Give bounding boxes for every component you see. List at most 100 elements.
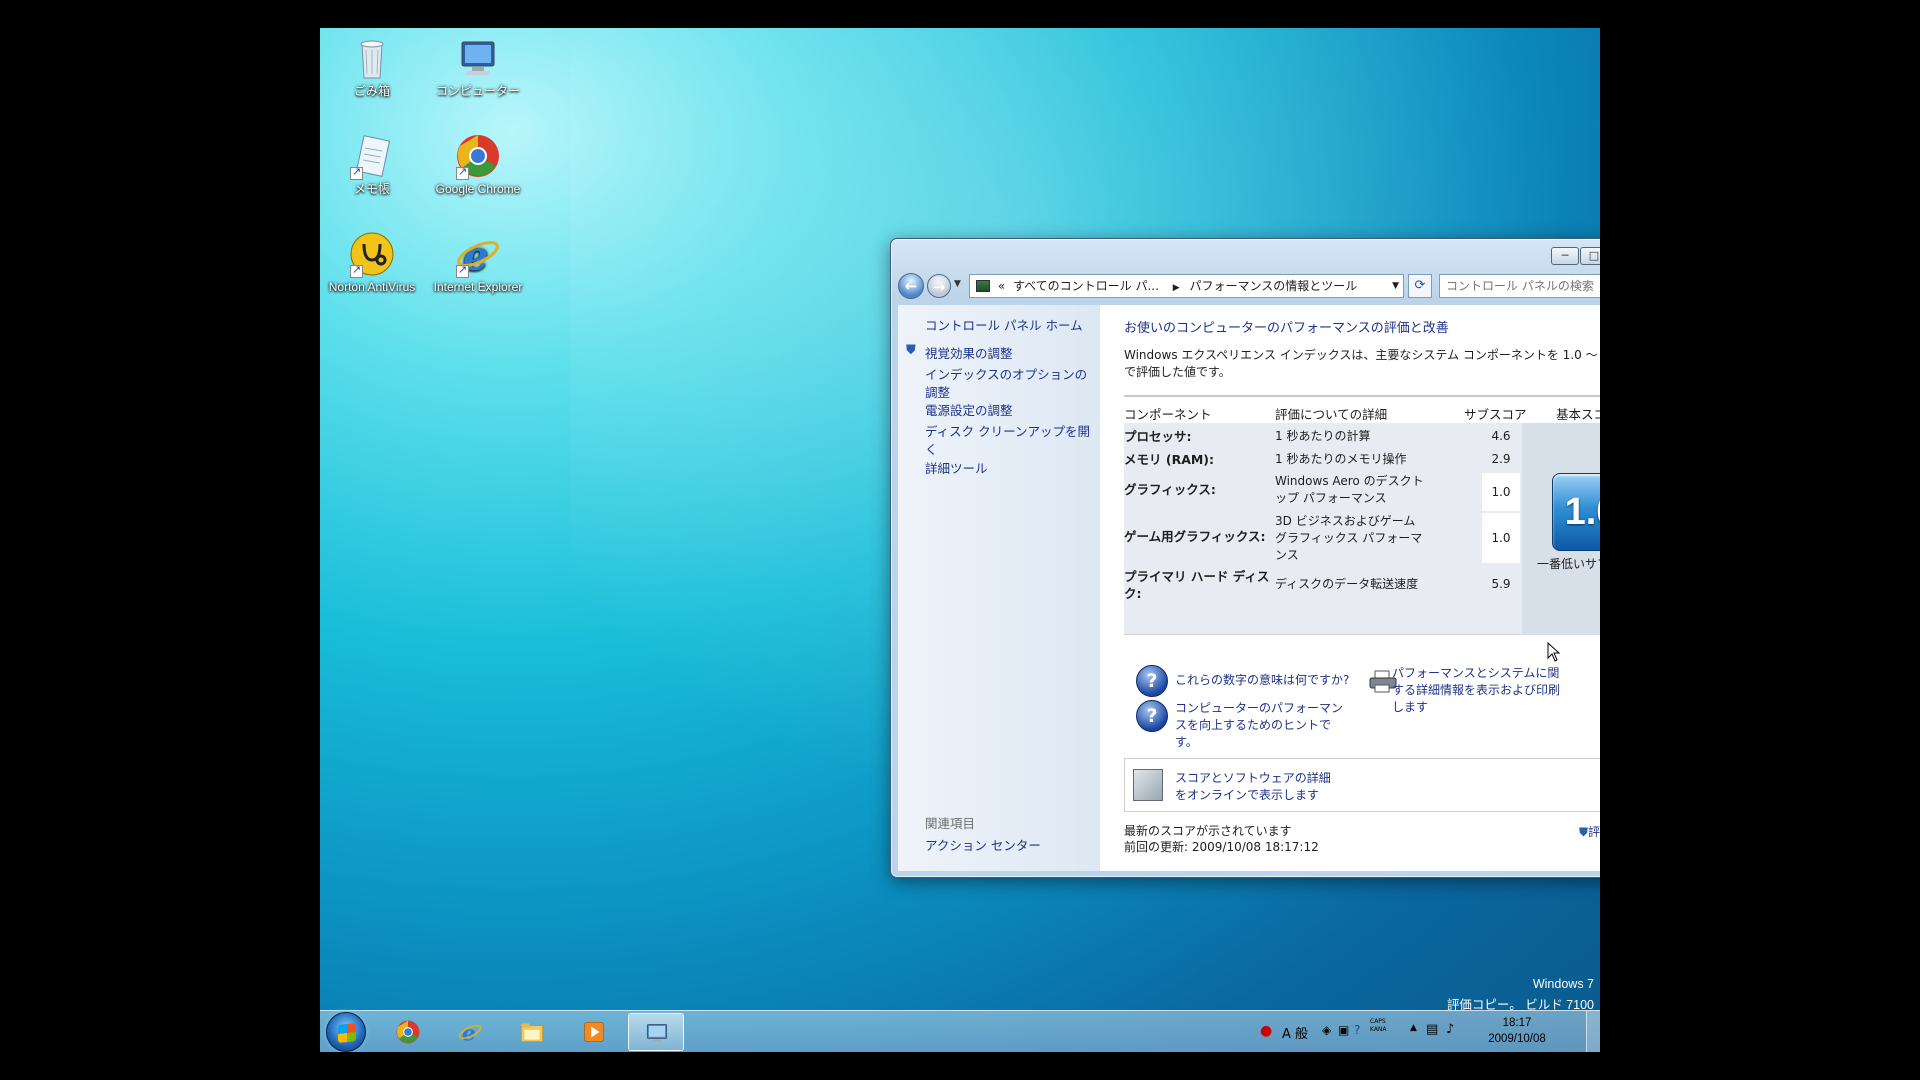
back-button[interactable]: ←	[898, 273, 924, 299]
breadcrumb-all-control-panel[interactable]: すべてのコントロール パ...	[1013, 279, 1159, 293]
print-details-link[interactable]: パフォーマンスとシステムに関する詳細情報を表示および印刷します	[1392, 665, 1564, 716]
shortcut-arrow-icon	[350, 165, 363, 180]
ime-help-icon[interactable]: ?	[1354, 1023, 1360, 1037]
indexing-options-link[interactable]: インデックスのオプションの調整	[925, 366, 1095, 402]
arrow-left-icon: ←	[904, 277, 918, 295]
subscore-value: 4.6	[1491, 429, 1511, 443]
performance-tips-link[interactable]: コンピューターのパフォーマンスを向上するためのヒントです。	[1175, 700, 1345, 751]
advanced-tools-link[interactable]: 詳細ツール	[925, 460, 1095, 478]
desktop: ごみ箱 コンピューター メモ帳 Google Chrome Norton Ant…	[320, 28, 1600, 1052]
power-settings-link[interactable]: 電源設定の調整	[925, 402, 1095, 420]
status-line: 最新のスコアが示されています	[1124, 824, 1292, 838]
desktop-icon-norton[interactable]: Norton AntiVirus	[320, 230, 424, 295]
shield-icon: ⛊	[1578, 825, 1588, 839]
taskbar-chrome[interactable]	[380, 1013, 436, 1051]
desktop-icon-label: メモ帳	[353, 182, 390, 196]
chrome-icon	[454, 132, 502, 180]
kana-label: KANA	[1370, 1026, 1387, 1033]
media-player-icon	[583, 1021, 605, 1043]
control-panel-home-link[interactable]: コントロール パネル ホーム	[925, 317, 1095, 335]
col-header-subscore: サブスコア	[1464, 407, 1527, 422]
network-icon[interactable]: ▤	[1426, 1022, 1438, 1037]
norton-tray-icon[interactable]: ●	[1260, 1023, 1272, 1039]
help-question-icon: ?	[1136, 665, 1168, 697]
address-prefix[interactable]: «	[998, 279, 1005, 293]
base-score-label: 一番低いサブスコア	[1536, 557, 1600, 571]
online-details-box: スコアとソフトウェアの詳細をオンラインで表示します	[1124, 758, 1600, 812]
last-updated: 前回の更新: 2009/10/08 18:17:12	[1124, 840, 1319, 854]
ime-indicator[interactable]: A 般	[1282, 1023, 1308, 1042]
component-name: プロセッサ:	[1124, 429, 1192, 444]
clock-time: 18:17	[1502, 1017, 1532, 1029]
software-box-icon	[1133, 769, 1163, 801]
left-pane: コントロール パネル ホーム ⛊ 視覚効果の調整 インデックスのオプションの調整…	[898, 305, 1100, 871]
online-details-link[interactable]: スコアとソフトウェアの詳細をオンラインで表示します	[1175, 770, 1337, 804]
show-desktop-button[interactable]	[1586, 1011, 1600, 1052]
start-button[interactable]	[326, 1012, 366, 1052]
desktop-icon-ie[interactable]: e Internet Explorer	[426, 230, 530, 295]
taskbar-performance[interactable]	[628, 1013, 684, 1051]
disk-cleanup-link[interactable]: ディスク クリーンアップを開く	[925, 423, 1095, 459]
component-name: ゲーム用グラフィックス:	[1124, 529, 1266, 544]
caps-label: CAPS	[1370, 1018, 1386, 1025]
taskbar-media-player[interactable]	[566, 1013, 622, 1051]
performance-window: ─ □ ✕ ← → ▼ « すべてのコントロール パ... ▶ パフォーマンスの…	[890, 238, 1600, 878]
shortcut-arrow-icon	[456, 165, 469, 180]
performance-icon	[646, 1024, 668, 1042]
mouse-cursor-icon	[1547, 642, 1561, 662]
search-box[interactable]: ⌕	[1439, 274, 1600, 298]
chrome-icon	[396, 1020, 420, 1044]
minimize-button[interactable]: ─	[1551, 247, 1579, 265]
desktop-icon-label: コンピューター	[435, 84, 520, 98]
refresh-icon: ⟳	[1414, 278, 1426, 293]
chevron-right-icon[interactable]: ▶	[1173, 283, 1180, 293]
volume-icon[interactable]: ♪	[1446, 1022, 1454, 1037]
intro-text: Windows エクスペリエンス インデックスは、主要なシステム コンポーネント…	[1124, 348, 1600, 379]
visual-effects-link[interactable]: 視覚効果の調整	[925, 345, 1095, 363]
component-detail: 1 秒あたりの計算	[1275, 429, 1371, 443]
taskbar-explorer[interactable]	[504, 1013, 560, 1051]
breadcrumb-performance[interactable]: パフォーマンスの情報とツール	[1190, 279, 1358, 293]
search-input[interactable]	[1440, 275, 1600, 297]
ie-icon: e	[458, 1022, 482, 1045]
watermark-title: Windows 7	[1532, 977, 1594, 991]
ime-tools-icon[interactable]: ◈	[1322, 1023, 1331, 1037]
subscore-value: 1.0	[1482, 473, 1520, 511]
chevron-down-icon[interactable]: ▼	[1392, 275, 1399, 297]
what-numbers-link[interactable]: これらの数字の意味は何ですか?	[1175, 672, 1355, 689]
address-bar[interactable]: « すべてのコントロール パ... ▶ パフォーマンスの情報とツール ▼	[969, 274, 1404, 298]
rerun-label: 評価を再実行	[1587, 825, 1600, 839]
desktop-icon-notepad[interactable]: メモ帳	[320, 132, 424, 197]
forward-button[interactable]: →	[927, 274, 951, 298]
desktop-icon-label: Internet Explorer	[433, 280, 523, 294]
ime-dictionary-icon[interactable]: ▣	[1338, 1023, 1349, 1037]
desktop-icon-label: Google Chrome	[435, 182, 521, 196]
rerun-assessment-link[interactable]: ⛊評価を再実行	[1484, 823, 1600, 840]
component-name: プライマリ ハード ディスク:	[1124, 569, 1270, 601]
maximize-button[interactable]: □	[1580, 247, 1600, 265]
base-score-panel: 1.0 一番低いサブスコア	[1522, 423, 1600, 635]
caps-indicator: CAPS KANA	[1370, 1018, 1387, 1034]
tray-overflow-icon[interactable]: ▲	[1410, 1023, 1417, 1033]
shield-icon: ⛊	[906, 343, 916, 358]
action-center-link[interactable]: アクション センター	[925, 837, 1095, 855]
system-tray: ● A 般 ◈ ▣ ? CAPS KANA ▲ ▤ ♪ 18:17 2009/10…	[1260, 1013, 1590, 1051]
refresh-button[interactable]: ⟳	[1408, 274, 1432, 298]
col-header-detail: 評価についての詳細	[1275, 407, 1388, 422]
notepad-icon	[348, 132, 396, 180]
subscore-value: 1.0	[1482, 513, 1520, 563]
taskbar-ie[interactable]: e	[442, 1013, 498, 1051]
main-content: お使いのコンピューターのパフォーマンスの評価と改善 Windows エクスペリエ…	[1100, 305, 1600, 871]
clock[interactable]: 18:17 2009/10/08	[1480, 1015, 1554, 1047]
clock-date: 2009/10/08	[1488, 1033, 1546, 1045]
desktop-icon-label: Norton AntiVirus	[328, 280, 416, 294]
recycle-bin-icon	[348, 34, 396, 82]
shortcut-arrow-icon	[456, 263, 469, 278]
desktop-icon-chrome[interactable]: Google Chrome	[426, 132, 530, 197]
history-dropdown-icon[interactable]: ▼	[954, 279, 961, 289]
table-body: プロセッサ: 1 秒あたりの計算 4.6 メモリ (RAM): 1 秒あたりのメ…	[1124, 423, 1600, 635]
desktop-icon-computer[interactable]: コンピューター	[426, 34, 530, 99]
base-score-badge: 1.0	[1552, 473, 1600, 551]
desktop-icon-recycle-bin[interactable]: ごみ箱	[320, 34, 424, 99]
component-detail: Windows Aero のデスクトップ パフォーマンス	[1275, 474, 1424, 505]
